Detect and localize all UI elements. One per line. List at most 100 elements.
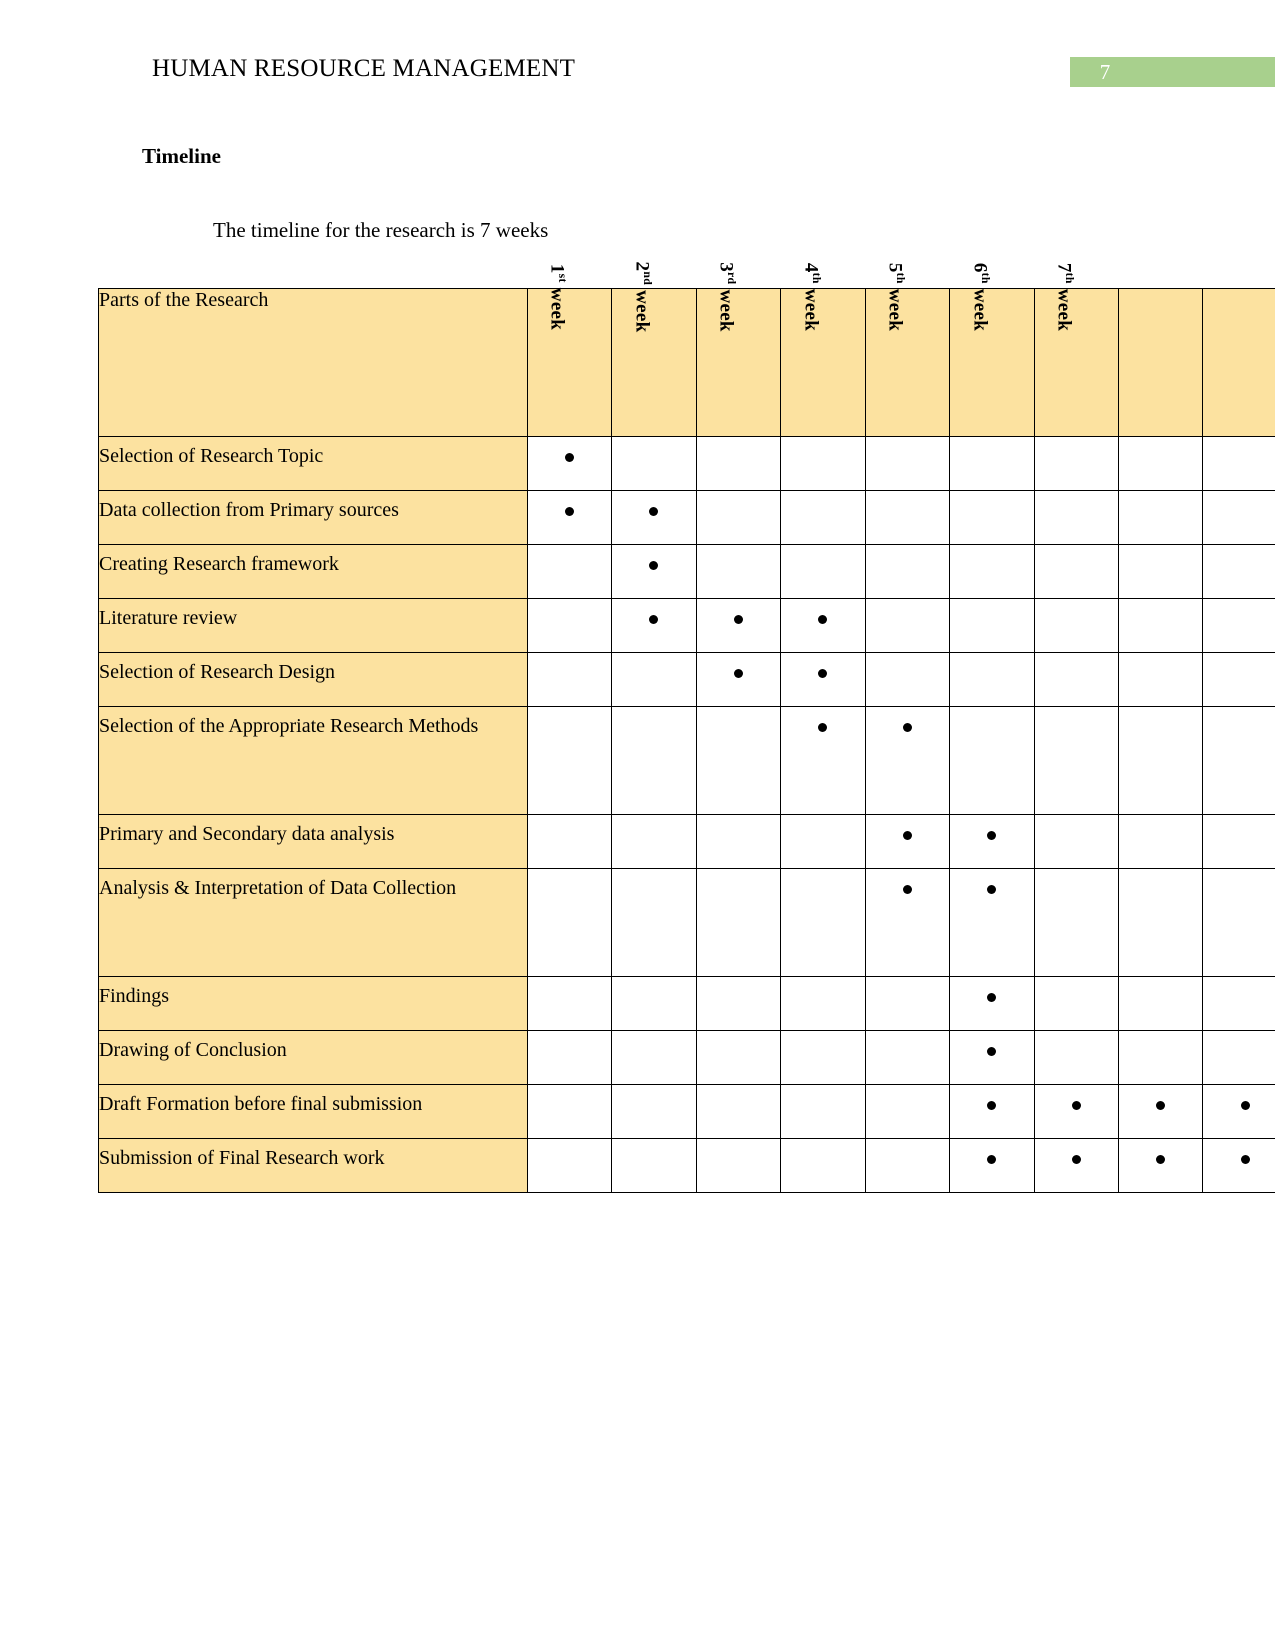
schedule-empty-cell (780, 490, 866, 545)
schedule-empty-cell (1033, 652, 1119, 707)
schedule-empty-cell (1202, 976, 1275, 1031)
schedule-dot-icon (902, 885, 912, 894)
week-header-label: 5th week (884, 262, 908, 332)
table-row: Selection of Research Design (98, 652, 1275, 707)
timeline-table: Parts of the Research 1st week 2nd week 3r… (98, 262, 1275, 1193)
schedule-empty-cell (526, 1030, 613, 1085)
column-header-week-1: 1st week (526, 264, 613, 437)
schedule-mark-cell (949, 1030, 1035, 1085)
schedule-mark-cell (864, 868, 951, 977)
schedule-empty-cell (526, 706, 613, 815)
schedule-empty-cell (780, 1138, 866, 1193)
schedule-empty-cell (949, 436, 1035, 491)
task-label: Data collection from Primary sources (98, 490, 528, 545)
schedule-empty-cell (1202, 706, 1275, 815)
schedule-empty-cell (1117, 814, 1204, 869)
table-row: Selection of the Appropriate Research Me… (98, 706, 1275, 815)
schedule-empty-cell (1033, 598, 1119, 653)
schedule-empty-cell (611, 1084, 697, 1139)
schedule-empty-cell (1202, 490, 1275, 545)
week-header-label: 1st week (547, 263, 570, 331)
schedule-mark-cell (864, 706, 951, 815)
schedule-empty-cell (949, 652, 1035, 707)
schedule-empty-cell (864, 1030, 951, 1085)
schedule-empty-cell (611, 706, 697, 815)
schedule-mark-cell (949, 1138, 1035, 1193)
page-number: 7 (1099, 60, 1111, 84)
schedule-empty-cell (780, 814, 866, 869)
schedule-dot-icon (987, 1101, 997, 1110)
section-heading: Timeline (142, 144, 221, 168)
schedule-empty-cell (864, 598, 951, 653)
schedule-dot-icon (1240, 1101, 1250, 1110)
schedule-empty-cell (695, 1138, 782, 1193)
schedule-dot-icon (733, 669, 743, 678)
schedule-mark-cell (780, 652, 866, 707)
schedule-mark-cell (1202, 1084, 1275, 1139)
schedule-dot-icon (649, 561, 659, 570)
schedule-empty-cell (611, 1138, 697, 1193)
schedule-empty-cell (695, 814, 782, 869)
schedule-empty-cell (1117, 868, 1204, 977)
task-label: Selection of Research Topic (98, 436, 528, 491)
schedule-dot-icon (902, 831, 912, 840)
schedule-dot-icon (987, 1155, 997, 1164)
document-title: HUMAN RESOURCE MANAGEMENT (152, 55, 576, 82)
schedule-mark-cell (611, 490, 697, 545)
column-header-week-9 (1202, 288, 1275, 437)
schedule-dot-icon (649, 507, 659, 516)
schedule-empty-cell (526, 976, 613, 1031)
week-header-label: 2nd week (631, 261, 654, 333)
column-header-week-2: 2nd week (611, 262, 697, 437)
schedule-empty-cell (864, 1138, 951, 1193)
schedule-empty-cell (864, 1084, 951, 1139)
schedule-mark-cell (780, 706, 866, 815)
schedule-dot-icon (902, 723, 912, 732)
week-header-label: 7th week (1053, 262, 1077, 332)
schedule-empty-cell (1033, 1030, 1119, 1085)
schedule-dot-icon (564, 507, 574, 516)
schedule-empty-cell (1202, 436, 1275, 491)
schedule-empty-cell (1117, 652, 1204, 707)
schedule-empty-cell (611, 814, 697, 869)
schedule-empty-cell (695, 490, 782, 545)
schedule-empty-cell (526, 544, 613, 599)
schedule-empty-cell (611, 1030, 697, 1085)
schedule-mark-cell (1033, 1084, 1119, 1139)
schedule-empty-cell (949, 706, 1035, 815)
schedule-empty-cell (780, 868, 866, 977)
schedule-dot-icon (987, 993, 997, 1002)
schedule-empty-cell (695, 706, 782, 815)
table-header: Parts of the Research 1st week 2nd week 3r… (98, 262, 1275, 437)
schedule-empty-cell (611, 868, 697, 977)
schedule-dot-icon (1156, 1155, 1166, 1164)
schedule-empty-cell (1117, 436, 1204, 491)
table-row: Literature review (98, 598, 1275, 653)
column-header-week-8 (1117, 288, 1204, 437)
task-label: Selection of the Appropriate Research Me… (98, 706, 528, 815)
schedule-empty-cell (949, 490, 1035, 545)
schedule-empty-cell (526, 868, 613, 977)
schedule-mark-cell (949, 868, 1035, 977)
table-header-row: Parts of the Research 1st week 2nd week 3r… (98, 262, 1275, 437)
task-label: Draft Formation before final submission (98, 1084, 528, 1139)
schedule-dot-icon (818, 669, 828, 678)
schedule-empty-cell (1202, 1030, 1275, 1085)
schedule-empty-cell (780, 1030, 866, 1085)
schedule-mark-cell (949, 976, 1035, 1031)
schedule-empty-cell (780, 1084, 866, 1139)
schedule-empty-cell (526, 598, 613, 653)
schedule-empty-cell (1033, 490, 1119, 545)
task-label: Creating Research framework (98, 544, 528, 599)
week-header-label: 3rd week (716, 262, 739, 332)
schedule-dot-icon (818, 615, 828, 624)
schedule-dot-icon (1071, 1101, 1081, 1110)
schedule-dot-icon (649, 615, 659, 624)
schedule-empty-cell (1033, 706, 1119, 815)
intro-paragraph: The timeline for the research is 7 weeks (213, 218, 549, 242)
schedule-empty-cell (949, 544, 1035, 599)
schedule-empty-cell (695, 1084, 782, 1139)
schedule-empty-cell (611, 976, 697, 1031)
schedule-mark-cell (526, 490, 613, 545)
schedule-empty-cell (780, 976, 866, 1031)
